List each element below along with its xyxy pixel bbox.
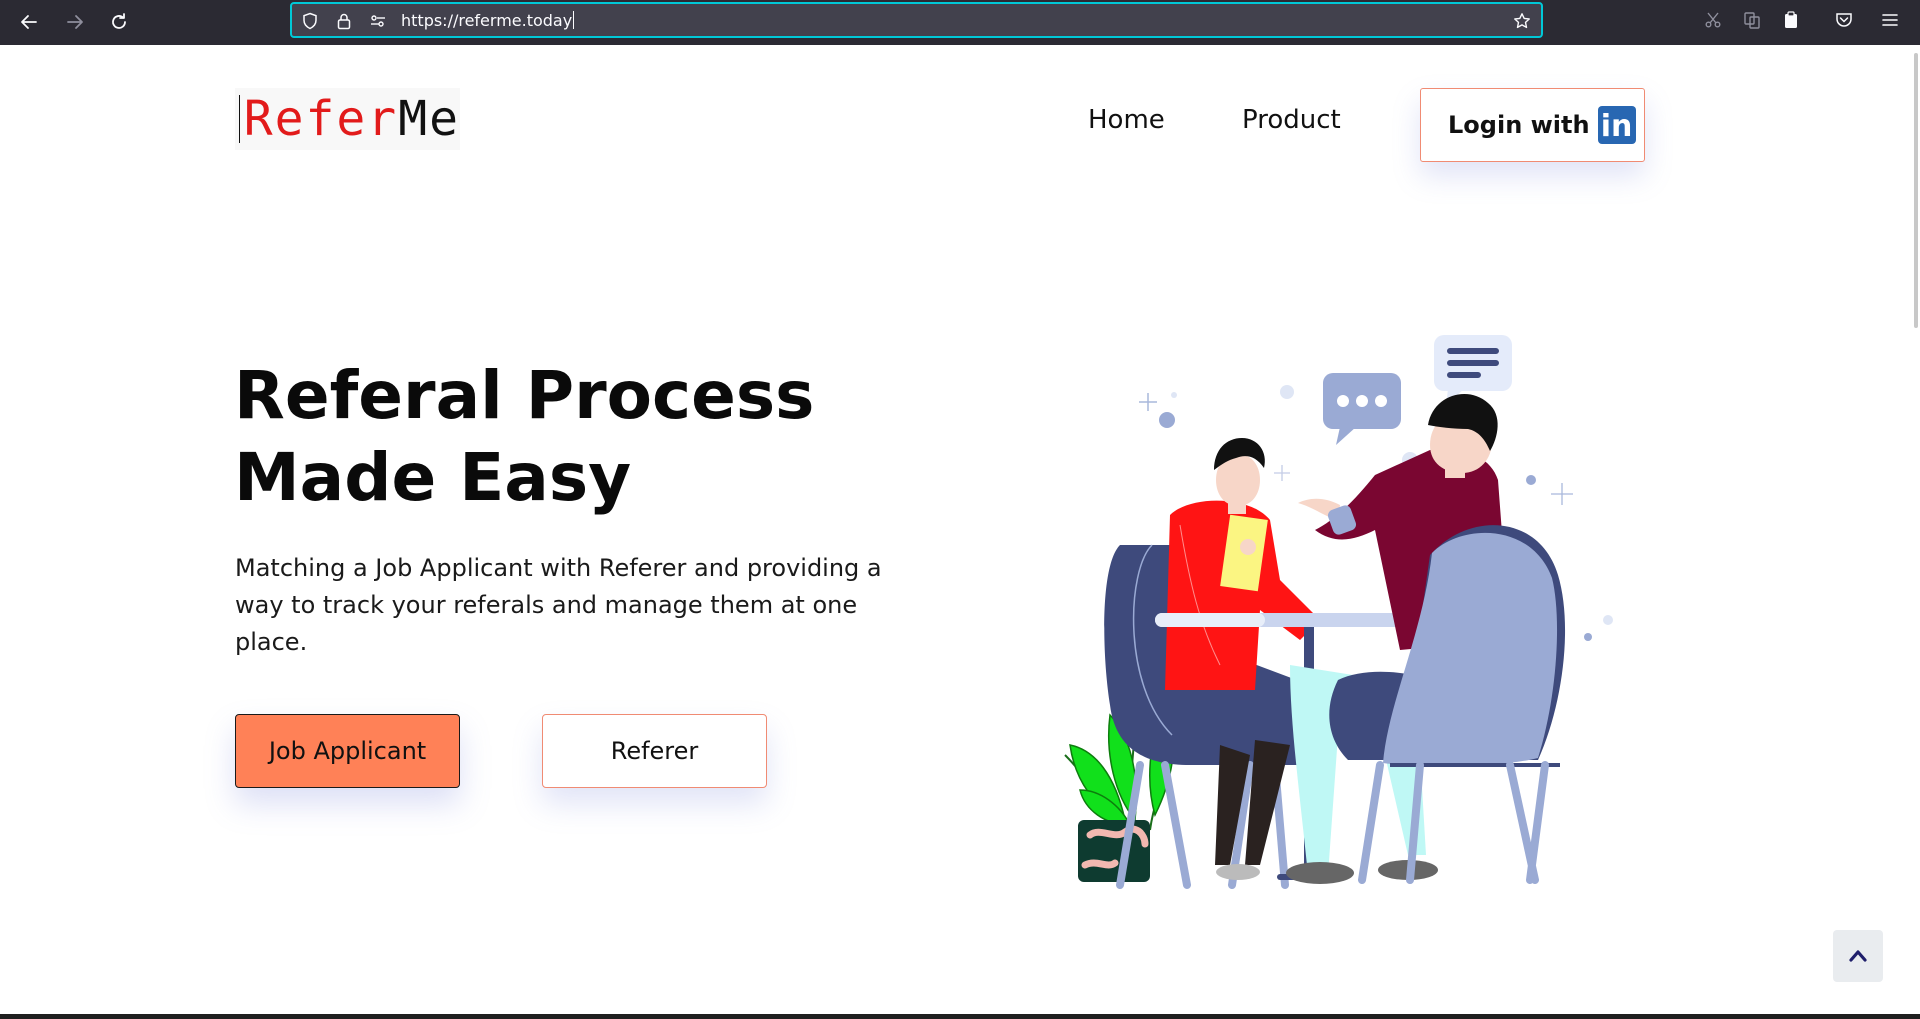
url-bar[interactable]: https://referme.today — [290, 2, 1543, 38]
browser-toolbar: https://referme.today — [0, 0, 1920, 45]
reload-button[interactable] — [100, 4, 138, 40]
scroll-to-top-button[interactable] — [1833, 930, 1883, 982]
login-label: Login with — [1448, 111, 1590, 139]
chevron-up-icon — [1849, 950, 1867, 962]
page-scrollbar[interactable] — [1914, 53, 1918, 328]
logo-text-me: Me — [398, 91, 460, 147]
hero-subtitle: Matching a Job Applicant with Referer an… — [235, 554, 882, 656]
referer-button[interactable]: Referer — [542, 714, 767, 788]
pocket-icon[interactable] — [1832, 8, 1856, 32]
referme-logo[interactable]: Refer Me — [235, 88, 460, 150]
hero-title-line2: Made Easy — [234, 439, 632, 516]
job-applicant-button[interactable]: Job Applicant — [235, 714, 460, 788]
bottom-divider — [0, 1014, 1920, 1019]
arrow-right-icon — [67, 15, 83, 29]
arrow-left-icon — [21, 15, 37, 29]
shield-icon[interactable] — [300, 11, 320, 31]
logo-text-refer: Refer — [243, 91, 399, 147]
copy-icon[interactable] — [1740, 8, 1764, 32]
hero-title-line1: Referal Process — [234, 357, 815, 434]
page-content: Refer Me Home Product Login with in Refe… — [0, 45, 1920, 1019]
linkedin-icon-text: in — [1600, 109, 1633, 144]
logo-cursor — [239, 95, 240, 143]
chat-bubble-dots-icon — [1323, 373, 1401, 445]
chat-bubble-lines-icon — [1434, 335, 1512, 405]
back-button[interactable] — [10, 4, 48, 40]
hero-illustration — [1064, 335, 1613, 889]
nav-product[interactable]: Product — [1242, 105, 1341, 135]
nav-home[interactable]: Home — [1088, 105, 1165, 135]
star-icon[interactable] — [1512, 11, 1532, 31]
right-chair — [1329, 525, 1566, 884]
permissions-icon[interactable] — [368, 11, 388, 31]
url-text[interactable]: https://referme.today — [401, 11, 574, 30]
menu-icon[interactable] — [1878, 8, 1902, 32]
forward-button[interactable] — [56, 4, 94, 40]
linkedin-icon: in — [1597, 106, 1636, 144]
paste-icon[interactable] — [1779, 8, 1803, 32]
cut-icon[interactable] — [1701, 8, 1725, 32]
reload-icon — [112, 13, 126, 29]
lock-icon[interactable] — [334, 11, 354, 31]
login-with-linkedin-button[interactable]: Login with in — [1420, 88, 1645, 162]
hero-title: Referal Process Made Easy — [234, 355, 934, 519]
